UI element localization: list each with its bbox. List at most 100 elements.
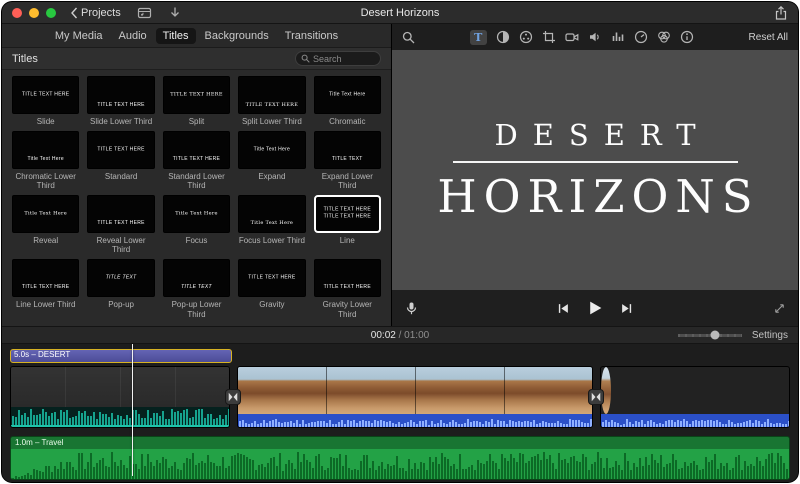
reset-all-button[interactable]: Reset All <box>749 32 788 43</box>
title-thumbnail: TITLE TEXT HERE <box>12 76 80 114</box>
back-to-projects-button[interactable]: Projects <box>70 7 121 19</box>
transition-icon[interactable] <box>225 389 241 405</box>
tab-my-media[interactable]: My Media <box>48 28 110 44</box>
title-style-focus-lower-third[interactable]: Title Text Here Focus Lower Third <box>238 194 306 255</box>
previous-frame-button[interactable] <box>557 301 571 315</box>
title-thumbnail-text: TITLE TEXT HERE <box>22 284 70 291</box>
title-thumbnail-text: TITLE TEXT HERE <box>97 220 145 227</box>
title-style-chromatic-lower-third[interactable]: Title Text Here Chromatic Lower Third <box>12 130 80 191</box>
preview-divider-line <box>452 160 738 163</box>
search-input[interactable] <box>313 53 375 64</box>
title-style-split-lower-third[interactable]: TITLE TEXT HERE Split Lower Third <box>238 76 306 127</box>
viewer-canvas[interactable]: DESERT HORIZONS <box>392 50 798 290</box>
video-clip-2[interactable] <box>237 366 593 428</box>
video-clip-1[interactable] <box>10 366 230 428</box>
titles-grid: TITLE TEXT HERE Slide TITLE TEXT HERE Slide… <box>2 70 391 326</box>
import-icon[interactable] <box>168 6 182 20</box>
window-title: Desert Horizons <box>360 7 440 19</box>
play-button[interactable] <box>587 300 604 317</box>
volume-icon[interactable] <box>588 30 602 44</box>
title-thumbnail: Title Text Here <box>238 130 306 169</box>
title-thumbnail: TITLE TEXT HERE <box>87 194 155 233</box>
title-style-label: Pop-up Lower Third <box>171 299 222 319</box>
title-thumbnail: Title Text Here <box>313 76 381 114</box>
info-icon[interactable] <box>680 30 694 44</box>
tab-titles[interactable]: Titles <box>155 27 196 44</box>
title-style-reveal[interactable]: Title Text Here Reveal <box>12 194 80 255</box>
title-style-slide-lower-third[interactable]: TITLE TEXT HERE Slide Lower Third <box>87 76 155 127</box>
stabilization-icon[interactable] <box>565 30 579 44</box>
title-style-pop-up-lower-third[interactable]: TITLE TEXT Pop-up Lower Third <box>162 258 231 319</box>
title-style-label: Gravity <box>259 299 285 309</box>
background-music-clip[interactable]: 1.0m – Travel <box>10 436 790 480</box>
title-thumbnail: Title Text Here <box>12 130 80 169</box>
close-button[interactable] <box>12 7 22 18</box>
zoom-compare-icon[interactable] <box>402 31 415 44</box>
transport-controls <box>557 300 634 317</box>
title-style-line-lower-third[interactable]: TITLE TEXT HERE Line Lower Third <box>12 258 80 319</box>
title-style-expand[interactable]: Title Text Here Expand <box>238 130 306 191</box>
title-style-standard[interactable]: TITLE TEXT HERE Standard <box>87 130 155 191</box>
noise-reduction-icon[interactable] <box>611 30 625 44</box>
timeline-zoom-slider[interactable] <box>677 330 742 340</box>
title-style-label: Slide <box>36 117 55 126</box>
timeline[interactable]: 5.0s – DESERT 1.0m – Travel <box>2 344 798 482</box>
title-thumbnail-text: TITLE TEXT HERE <box>172 156 221 163</box>
title-style-chromatic[interactable]: Title Text Here Chromatic <box>313 76 381 127</box>
title-thumbnail: TITLE TEXT <box>313 130 381 169</box>
zoom-button[interactable] <box>46 7 56 18</box>
next-frame-button[interactable] <box>620 301 634 315</box>
tab-backgrounds[interactable]: Backgrounds <box>198 28 276 44</box>
preview-title-line2: HORIZONS <box>437 169 760 223</box>
media-browser-icon[interactable] <box>137 6 152 20</box>
title-style-expand-lower-third[interactable]: TITLE TEXT Expand Lower Third <box>313 130 381 191</box>
title-thumbnail: TITLE TEXT HERE <box>313 258 381 297</box>
minimize-button[interactable] <box>29 7 39 18</box>
music-clip-label: 1.0m – Travel <box>11 437 789 449</box>
title-clip[interactable]: 5.0s – DESERT <box>10 349 232 363</box>
title-style-pop-up[interactable]: TITLE TEXT Pop-up <box>87 258 155 319</box>
timecode-current: 00:02 <box>370 329 396 341</box>
title-thumbnail: TITLE TEXT <box>87 258 155 297</box>
video-clip-3[interactable] <box>600 366 790 428</box>
tab-audio[interactable]: Audio <box>112 28 154 44</box>
search-field[interactable] <box>295 51 381 66</box>
title-thumbnail-text: Title Text Here <box>329 91 366 98</box>
title-style-label: Expand <box>258 171 286 181</box>
title-thumbnail: Title Text Here <box>12 194 80 233</box>
title-style-focus[interactable]: Title Text Here Focus <box>162 194 231 255</box>
video-track <box>10 366 790 428</box>
title-style-slide[interactable]: TITLE TEXT HERE Slide <box>12 76 80 127</box>
timeline-settings-button[interactable]: Settings <box>752 330 788 341</box>
timeline-control-bar: 00:02 / 01:00 Settings <box>2 326 798 344</box>
speed-icon[interactable] <box>634 30 648 44</box>
expand-viewer-icon[interactable] <box>773 302 786 315</box>
title-style-reveal-lower-third[interactable]: TITLE TEXT HERE Reveal Lower Third <box>87 194 155 255</box>
share-icon[interactable] <box>774 5 788 20</box>
title-style-line[interactable]: TITLE TEXT HERE TITLE TEXT HERE Line <box>313 194 381 255</box>
title-style-label: Focus Lower Third <box>238 235 305 245</box>
title-style-standard-lower-third[interactable]: TITLE TEXT HERE Standard Lower Third <box>162 130 231 191</box>
voiceover-mic-icon[interactable] <box>404 301 419 316</box>
title-style-label: Slide Lower Third <box>90 117 153 126</box>
text-tool-icon[interactable]: T <box>469 29 487 45</box>
zoom-slider-thumb[interactable] <box>710 330 720 340</box>
title-style-gravity[interactable]: TITLE TEXT HERE Gravity <box>238 258 306 319</box>
window-controls <box>12 7 56 18</box>
title-thumbnail: TITLE TEXT <box>162 258 231 297</box>
transition-icon[interactable] <box>588 389 604 405</box>
main-area: My Media Audio Titles Backgrounds Transition… <box>2 24 798 326</box>
title-style-gravity-lower-third[interactable]: TITLE TEXT HERE Gravity Lower Third <box>313 258 381 319</box>
title-thumbnail-text: TITLE TEXT HERE <box>170 91 223 98</box>
crop-icon[interactable] <box>542 30 556 44</box>
title-style-label: Reveal <box>33 235 59 245</box>
playhead[interactable] <box>132 344 133 476</box>
title-thumbnail-text: TITLE TEXT HERE <box>97 101 145 108</box>
title-style-split[interactable]: TITLE TEXT HERE Split <box>162 76 231 127</box>
timecode-total: 01:00 <box>404 329 430 341</box>
color-balance-icon[interactable] <box>496 30 510 44</box>
title-style-label: Expand Lower Third <box>321 171 373 191</box>
color-correction-icon[interactable] <box>519 30 533 44</box>
clip-filter-icon[interactable] <box>657 30 671 44</box>
tab-transitions[interactable]: Transitions <box>278 28 345 44</box>
